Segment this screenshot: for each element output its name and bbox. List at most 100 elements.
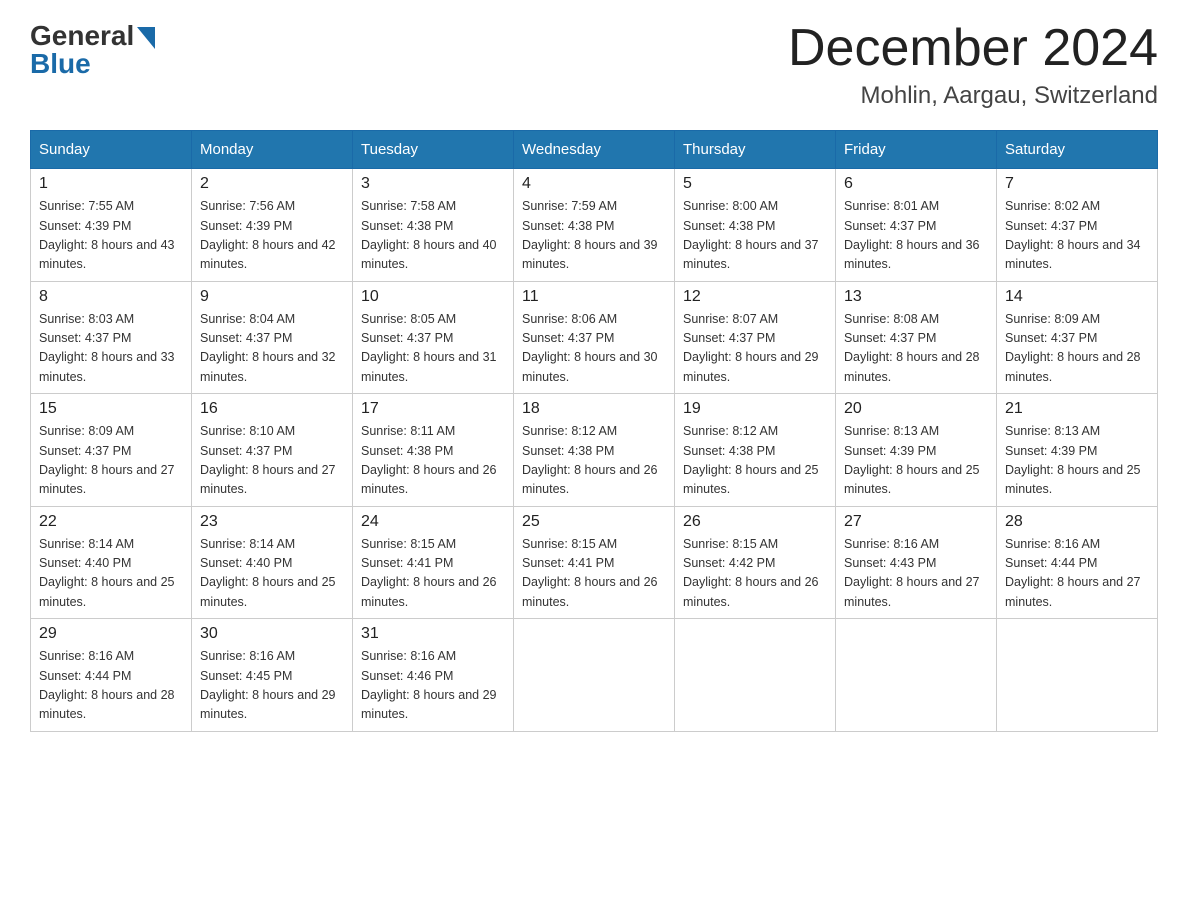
calendar-cell bbox=[836, 619, 997, 732]
day-number: 11 bbox=[522, 288, 666, 306]
day-number: 14 bbox=[1005, 288, 1149, 306]
calendar-week-row: 1 Sunrise: 7:55 AMSunset: 4:39 PMDaylight… bbox=[31, 169, 1158, 282]
calendar-week-row: 8 Sunrise: 8:03 AMSunset: 4:37 PMDaylight… bbox=[31, 281, 1158, 394]
day-number: 10 bbox=[361, 288, 505, 306]
day-number: 5 bbox=[683, 175, 827, 193]
calendar-cell: 25 Sunrise: 8:15 AMSunset: 4:41 PMDayligh… bbox=[514, 506, 675, 619]
calendar-cell: 30 Sunrise: 8:16 AMSunset: 4:45 PMDayligh… bbox=[192, 619, 353, 732]
calendar-cell: 15 Sunrise: 8:09 AMSunset: 4:37 PMDayligh… bbox=[31, 394, 192, 507]
weekday-header-friday: Friday bbox=[836, 131, 997, 169]
day-info: Sunrise: 8:16 AMSunset: 4:45 PMDaylight:… bbox=[200, 647, 344, 725]
calendar-cell: 23Sunrise: 8:14 AMSunset: 4:40 PMDayligh… bbox=[192, 506, 353, 619]
day-info: Sunrise: 8:08 AMSunset: 4:37 PMDaylight:… bbox=[844, 310, 988, 388]
day-info: Sunrise: 8:12 AMSunset: 4:38 PMDaylight:… bbox=[522, 422, 666, 500]
calendar-week-row: 15 Sunrise: 8:09 AMSunset: 4:37 PMDayligh… bbox=[31, 394, 1158, 507]
day-number: 26 bbox=[683, 513, 827, 531]
logo-arrow-icon bbox=[137, 27, 155, 49]
title-section: December 2024 Mohlin, Aargau, Switzerlan… bbox=[788, 20, 1158, 110]
calendar-cell: 6 Sunrise: 8:01 AMSunset: 4:37 PMDaylight… bbox=[836, 169, 997, 282]
logo: General Blue bbox=[30, 20, 155, 80]
month-title: December 2024 bbox=[788, 20, 1158, 77]
calendar-cell: 16 Sunrise: 8:10 AMSunset: 4:37 PMDayligh… bbox=[192, 394, 353, 507]
calendar-cell: 1 Sunrise: 7:55 AMSunset: 4:39 PMDaylight… bbox=[31, 169, 192, 282]
day-number: 15 bbox=[39, 400, 183, 418]
day-number: 8 bbox=[39, 288, 183, 306]
calendar-cell: 14 Sunrise: 8:09 AMSunset: 4:37 PMDayligh… bbox=[997, 281, 1158, 394]
day-number: 4 bbox=[522, 175, 666, 193]
calendar-cell: 3 Sunrise: 7:58 AMSunset: 4:38 PMDaylight… bbox=[353, 169, 514, 282]
calendar-cell: 31 Sunrise: 8:16 AMSunset: 4:46 PMDayligh… bbox=[353, 619, 514, 732]
day-info: Sunrise: 8:16 AMSunset: 4:44 PMDaylight:… bbox=[1005, 535, 1149, 613]
day-number: 21 bbox=[1005, 400, 1149, 418]
calendar-cell: 24Sunrise: 8:15 AMSunset: 4:41 PMDayligh… bbox=[353, 506, 514, 619]
calendar-cell: 7Sunrise: 8:02 AMSunset: 4:37 PMDaylight… bbox=[997, 169, 1158, 282]
weekday-header-monday: Monday bbox=[192, 131, 353, 169]
day-info: Sunrise: 8:02 AMSunset: 4:37 PMDaylight:… bbox=[1005, 197, 1149, 275]
day-info: Sunrise: 8:16 AMSunset: 4:43 PMDaylight:… bbox=[844, 535, 988, 613]
day-number: 2 bbox=[200, 175, 344, 193]
calendar-cell bbox=[997, 619, 1158, 732]
calendar-cell: 19Sunrise: 8:12 AMSunset: 4:38 PMDayligh… bbox=[675, 394, 836, 507]
day-info: Sunrise: 8:01 AMSunset: 4:37 PMDaylight:… bbox=[844, 197, 988, 275]
day-info: Sunrise: 8:14 AMSunset: 4:40 PMDaylight:… bbox=[200, 535, 344, 613]
calendar-cell: 18 Sunrise: 8:12 AMSunset: 4:38 PMDayligh… bbox=[514, 394, 675, 507]
day-number: 25 bbox=[522, 513, 666, 531]
day-info: Sunrise: 8:09 AMSunset: 4:37 PMDaylight:… bbox=[39, 422, 183, 500]
day-info: Sunrise: 8:00 AMSunset: 4:38 PMDaylight:… bbox=[683, 197, 827, 275]
calendar-cell: 29Sunrise: 8:16 AMSunset: 4:44 PMDayligh… bbox=[31, 619, 192, 732]
day-info: Sunrise: 8:05 AMSunset: 4:37 PMDaylight:… bbox=[361, 310, 505, 388]
weekday-header-saturday: Saturday bbox=[997, 131, 1158, 169]
calendar-cell: 9 Sunrise: 8:04 AMSunset: 4:37 PMDaylight… bbox=[192, 281, 353, 394]
day-number: 6 bbox=[844, 175, 988, 193]
calendar-cell bbox=[675, 619, 836, 732]
weekday-header-tuesday: Tuesday bbox=[353, 131, 514, 169]
day-info: Sunrise: 8:15 AMSunset: 4:42 PMDaylight:… bbox=[683, 535, 827, 613]
day-info: Sunrise: 8:04 AMSunset: 4:37 PMDaylight:… bbox=[200, 310, 344, 388]
calendar-cell: 11 Sunrise: 8:06 AMSunset: 4:37 PMDayligh… bbox=[514, 281, 675, 394]
day-number: 3 bbox=[361, 175, 505, 193]
day-number: 18 bbox=[522, 400, 666, 418]
day-number: 1 bbox=[39, 175, 183, 193]
calendar-cell bbox=[514, 619, 675, 732]
calendar-cell: 22 Sunrise: 8:14 AMSunset: 4:40 PMDayligh… bbox=[31, 506, 192, 619]
day-info: Sunrise: 7:59 AMSunset: 4:38 PMDaylight:… bbox=[522, 197, 666, 275]
page-header: General Blue December 2024 Mohlin, Aarga… bbox=[30, 20, 1158, 110]
calendar-cell: 8 Sunrise: 8:03 AMSunset: 4:37 PMDaylight… bbox=[31, 281, 192, 394]
day-number: 16 bbox=[200, 400, 344, 418]
day-number: 22 bbox=[39, 513, 183, 531]
day-number: 13 bbox=[844, 288, 988, 306]
day-info: Sunrise: 8:09 AMSunset: 4:37 PMDaylight:… bbox=[1005, 310, 1149, 388]
day-info: Sunrise: 8:14 AMSunset: 4:40 PMDaylight:… bbox=[39, 535, 183, 613]
calendar-cell: 4 Sunrise: 7:59 AMSunset: 4:38 PMDaylight… bbox=[514, 169, 675, 282]
weekday-header-thursday: Thursday bbox=[675, 131, 836, 169]
day-info: Sunrise: 8:06 AMSunset: 4:37 PMDaylight:… bbox=[522, 310, 666, 388]
weekday-header-row: SundayMondayTuesdayWednesdayThursdayFrid… bbox=[31, 131, 1158, 169]
day-info: Sunrise: 8:16 AMSunset: 4:46 PMDaylight:… bbox=[361, 647, 505, 725]
day-info: Sunrise: 8:07 AMSunset: 4:37 PMDaylight:… bbox=[683, 310, 827, 388]
calendar-cell: 2Sunrise: 7:56 AMSunset: 4:39 PMDaylight… bbox=[192, 169, 353, 282]
day-info: Sunrise: 8:13 AMSunset: 4:39 PMDaylight:… bbox=[844, 422, 988, 500]
day-info: Sunrise: 8:15 AMSunset: 4:41 PMDaylight:… bbox=[361, 535, 505, 613]
calendar-cell: 27Sunrise: 8:16 AMSunset: 4:43 PMDayligh… bbox=[836, 506, 997, 619]
weekday-header-sunday: Sunday bbox=[31, 131, 192, 169]
day-info: Sunrise: 7:58 AMSunset: 4:38 PMDaylight:… bbox=[361, 197, 505, 275]
day-info: Sunrise: 8:03 AMSunset: 4:37 PMDaylight:… bbox=[39, 310, 183, 388]
day-number: 31 bbox=[361, 625, 505, 643]
day-info: Sunrise: 7:55 AMSunset: 4:39 PMDaylight:… bbox=[39, 197, 183, 275]
calendar-cell: 12Sunrise: 8:07 AMSunset: 4:37 PMDayligh… bbox=[675, 281, 836, 394]
day-number: 30 bbox=[200, 625, 344, 643]
weekday-header-wednesday: Wednesday bbox=[514, 131, 675, 169]
day-number: 20 bbox=[844, 400, 988, 418]
calendar-cell: 5 Sunrise: 8:00 AMSunset: 4:38 PMDaylight… bbox=[675, 169, 836, 282]
calendar-table: SundayMondayTuesdayWednesdayThursdayFrid… bbox=[30, 130, 1158, 732]
calendar-week-row: 22 Sunrise: 8:14 AMSunset: 4:40 PMDayligh… bbox=[31, 506, 1158, 619]
day-number: 19 bbox=[683, 400, 827, 418]
calendar-cell: 13 Sunrise: 8:08 AMSunset: 4:37 PMDayligh… bbox=[836, 281, 997, 394]
day-info: Sunrise: 8:10 AMSunset: 4:37 PMDaylight:… bbox=[200, 422, 344, 500]
day-number: 9 bbox=[200, 288, 344, 306]
location-subtitle: Mohlin, Aargau, Switzerland bbox=[788, 82, 1158, 110]
day-info: Sunrise: 8:16 AMSunset: 4:44 PMDaylight:… bbox=[39, 647, 183, 725]
day-info: Sunrise: 8:15 AMSunset: 4:41 PMDaylight:… bbox=[522, 535, 666, 613]
calendar-cell: 20 Sunrise: 8:13 AMSunset: 4:39 PMDayligh… bbox=[836, 394, 997, 507]
day-number: 17 bbox=[361, 400, 505, 418]
